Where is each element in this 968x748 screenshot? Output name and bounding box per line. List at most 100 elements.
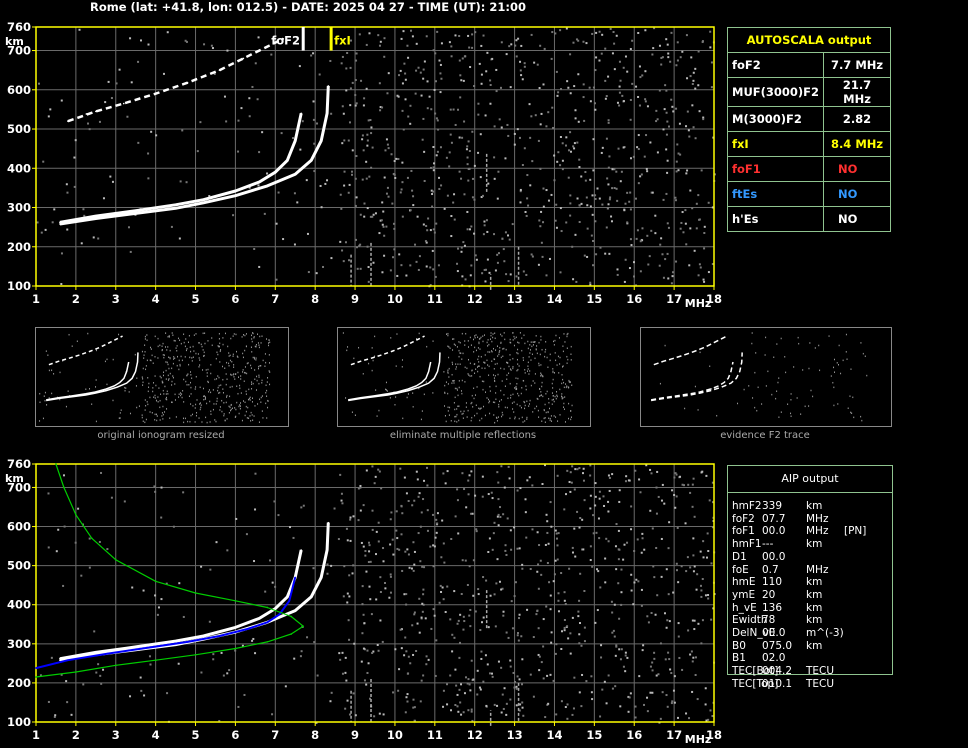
noise-speck <box>532 341 534 343</box>
noise-speck <box>405 593 408 596</box>
noise-speck <box>630 573 633 576</box>
noise-speck <box>560 230 563 233</box>
noise-speck <box>245 405 247 408</box>
noise-speck <box>354 94 357 97</box>
noise-speck <box>144 409 146 411</box>
noise-speck <box>190 386 192 389</box>
noise-speck <box>166 31 169 34</box>
noise-speck <box>380 487 383 490</box>
noise-speck <box>705 556 708 559</box>
noise-speck <box>147 377 149 379</box>
noise-speck <box>655 674 658 677</box>
noise-speck <box>467 493 470 496</box>
noise-speck <box>381 106 384 109</box>
noise-speck <box>536 531 539 534</box>
noise-speck <box>163 356 165 359</box>
trace-point <box>242 57 245 60</box>
noise-speck <box>549 417 551 420</box>
noise-speck <box>337 538 340 541</box>
x-tick-label: 16 <box>626 728 642 742</box>
noise-speck <box>383 254 386 257</box>
noise-speck <box>566 347 568 349</box>
noise-speck <box>592 169 595 172</box>
noise-speck <box>618 489 621 492</box>
noise-speck <box>181 393 183 395</box>
noise-speck <box>383 234 386 237</box>
noise-speck <box>305 179 308 182</box>
noise-speck <box>224 332 226 335</box>
noise-speck <box>605 702 608 705</box>
noise-speck <box>846 358 848 360</box>
y-tick-label: 100 <box>7 279 31 293</box>
noise-speck <box>216 351 218 354</box>
noise-speck <box>474 335 476 337</box>
noise-speck <box>497 660 500 663</box>
noise-speck <box>366 649 369 652</box>
noise-speck <box>511 402 513 404</box>
noise-speck <box>155 384 157 387</box>
noise-speck <box>142 384 144 386</box>
noise-speck <box>699 550 702 553</box>
noise-speck <box>560 572 563 575</box>
noise-speck <box>469 375 471 377</box>
noise-speck <box>467 479 470 482</box>
noise-speck <box>632 275 635 278</box>
noise-speck <box>369 215 372 218</box>
noise-speck <box>129 250 132 253</box>
noise-speck <box>707 597 710 600</box>
noise-speck <box>118 333 120 336</box>
noise-speck <box>160 598 163 601</box>
noise-speck <box>93 630 96 633</box>
noise-speck <box>372 261 375 264</box>
noise-speck <box>410 567 413 570</box>
noise-speck <box>592 86 595 89</box>
noise-speck <box>445 156 448 159</box>
noise-speck <box>706 532 709 535</box>
noise-speck <box>606 177 609 180</box>
noise-speck <box>468 358 470 361</box>
noise-speck <box>672 110 675 113</box>
x-tick-label: 15 <box>586 292 602 306</box>
noise-speck <box>693 249 696 252</box>
noise-speck <box>503 332 505 334</box>
noise-speck <box>406 44 409 47</box>
noise-speck <box>420 616 423 619</box>
noise-speck <box>515 687 518 690</box>
noise-speck <box>489 672 492 675</box>
noise-speck <box>211 337 213 339</box>
x-tick-label: 9 <box>351 728 359 742</box>
noise-speck <box>488 537 491 540</box>
noise-speck <box>250 334 252 337</box>
noise-speck <box>188 334 190 337</box>
noise-speck <box>445 333 447 335</box>
noise-speck <box>572 707 575 710</box>
noise-speck <box>349 516 352 519</box>
noise-speck <box>359 486 362 489</box>
aip-unit: MHz <box>806 512 829 525</box>
noise-speck <box>641 537 644 540</box>
noise-speck <box>548 398 550 400</box>
noise-speck <box>392 691 395 694</box>
noise-speck <box>196 150 199 153</box>
noise-speck <box>241 419 243 422</box>
noise-speck <box>569 381 571 384</box>
noise-speck <box>494 625 497 628</box>
noise-speck <box>371 146 374 149</box>
noise-speck <box>797 336 799 339</box>
noise-speck <box>605 537 608 540</box>
noise-speck <box>363 215 366 218</box>
noise-speck <box>458 349 460 352</box>
noise-speck <box>477 593 480 596</box>
noise-speck <box>563 629 566 632</box>
noise-speck <box>495 385 497 388</box>
noise-speck <box>284 685 287 688</box>
noise-speck <box>249 415 251 417</box>
noise-speck <box>586 204 589 207</box>
noise-speck <box>665 694 668 697</box>
noise-speck <box>787 403 789 405</box>
noise-speck <box>51 221 54 224</box>
noise-speck <box>862 352 864 355</box>
noise-speck <box>562 345 564 347</box>
trace-point <box>218 69 221 71</box>
noise-speck <box>578 526 581 529</box>
